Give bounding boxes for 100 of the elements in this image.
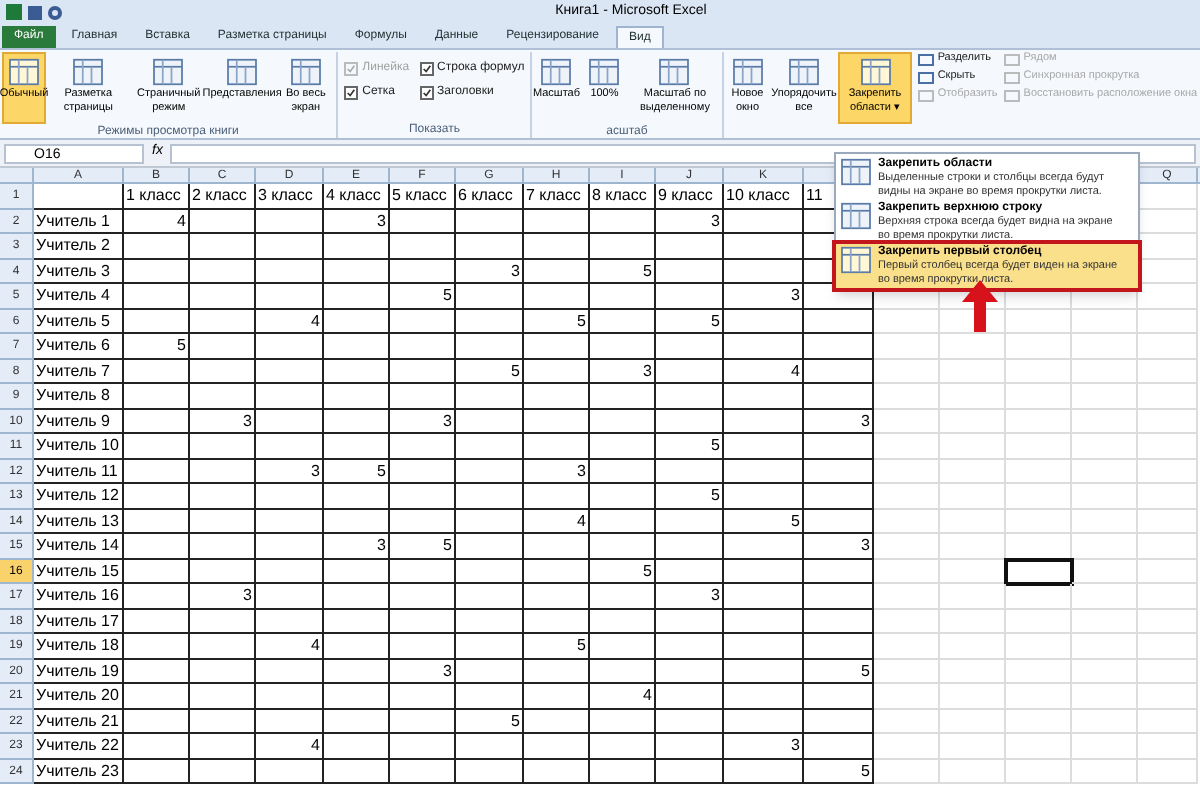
sheet-icon xyxy=(658,58,691,86)
table-cell xyxy=(256,259,324,284)
table-cell xyxy=(1138,559,1198,584)
table-cell xyxy=(724,634,804,659)
table-cell xyxy=(1138,509,1198,534)
table-cell xyxy=(1006,334,1072,359)
table-cell: 10 класс xyxy=(724,184,804,209)
table-cell: 9 класс xyxy=(656,184,724,209)
table-cell xyxy=(1006,759,1072,784)
table-cell xyxy=(874,509,940,534)
table-cell xyxy=(590,334,656,359)
table-cell xyxy=(1072,709,1138,734)
save-icon[interactable] xyxy=(28,5,42,19)
table-cell xyxy=(1072,484,1138,509)
table-cell xyxy=(940,509,1006,534)
table-cell xyxy=(1072,734,1138,759)
table-cell xyxy=(124,309,190,334)
table-cell: 1 класс xyxy=(124,184,190,209)
table-cell: 5 xyxy=(804,759,874,784)
table-cell xyxy=(456,384,524,409)
table-cell xyxy=(124,559,190,584)
table-cell: Учитель 3 xyxy=(34,259,124,284)
table-cell xyxy=(1006,434,1072,459)
checkbox[interactable] xyxy=(344,86,359,100)
table-cell xyxy=(874,709,940,734)
table-cell: 3 xyxy=(324,209,390,234)
table-cell xyxy=(656,734,724,759)
table-cell xyxy=(1072,584,1138,609)
table-cell: 3 xyxy=(656,209,724,234)
checkbox[interactable] xyxy=(419,86,434,100)
table-cell xyxy=(324,259,390,284)
table-cell xyxy=(874,609,940,634)
table-cell xyxy=(590,659,656,684)
table-cell xyxy=(724,559,804,584)
table-cell xyxy=(804,434,874,459)
table-cell xyxy=(656,634,724,659)
table-cell: 5 xyxy=(390,284,456,309)
table-cell xyxy=(590,284,656,309)
table-cell xyxy=(940,709,1006,734)
table-cell xyxy=(190,459,256,484)
table-cell xyxy=(1138,759,1198,784)
table-cell xyxy=(804,609,874,634)
table-cell xyxy=(124,459,190,484)
table-cell: 5 xyxy=(724,509,804,534)
table-cell xyxy=(1006,734,1072,759)
table-cell xyxy=(590,484,656,509)
table-cell xyxy=(124,284,190,309)
table-cell xyxy=(724,659,804,684)
table-cell xyxy=(724,409,804,434)
table-cell: Учитель 8 xyxy=(34,384,124,409)
table-cell: 5 xyxy=(656,434,724,459)
table-cell xyxy=(256,334,324,359)
table-cell xyxy=(390,634,456,659)
sheet-icon xyxy=(226,58,259,86)
table-cell xyxy=(590,459,656,484)
table-cell xyxy=(1138,684,1198,709)
table-cell: 5 xyxy=(390,534,456,559)
table-cell xyxy=(874,409,940,434)
table-cell xyxy=(1138,659,1198,684)
table-cell xyxy=(524,284,590,309)
table-cell xyxy=(190,209,256,234)
table-cell xyxy=(390,334,456,359)
table-cell xyxy=(940,434,1006,459)
table-cell xyxy=(324,559,390,584)
table-cell xyxy=(456,234,524,259)
table-cell xyxy=(256,659,324,684)
table-cell xyxy=(324,384,390,409)
table-cell xyxy=(724,384,804,409)
table-cell xyxy=(124,659,190,684)
table-cell xyxy=(804,484,874,509)
table-cell xyxy=(124,409,190,434)
table-cell xyxy=(1138,484,1198,509)
table-cell xyxy=(34,184,124,209)
table-cell xyxy=(1138,734,1198,759)
table-cell xyxy=(390,684,456,709)
table-cell: 3 xyxy=(656,584,724,609)
table-cell: Учитель 7 xyxy=(34,359,124,384)
table-cell xyxy=(804,709,874,734)
table-cell: 2 класс xyxy=(190,184,256,209)
table-cell xyxy=(390,234,456,259)
table-cell xyxy=(940,409,1006,434)
table-cell xyxy=(456,509,524,534)
checkbox[interactable] xyxy=(419,62,434,76)
table-cell xyxy=(190,284,256,309)
table-cell xyxy=(324,584,390,609)
table-cell xyxy=(124,359,190,384)
table-cell xyxy=(724,259,804,284)
table-cell xyxy=(324,409,390,434)
table-cell: 5 класс xyxy=(390,184,456,209)
table-cell xyxy=(1072,509,1138,534)
table-cell xyxy=(1006,634,1072,659)
table-cell: 4 xyxy=(256,309,324,334)
table-cell xyxy=(656,234,724,259)
table-cell xyxy=(256,484,324,509)
table-cell xyxy=(1006,459,1072,484)
table-cell xyxy=(390,584,456,609)
table-cell xyxy=(656,259,724,284)
table-cell xyxy=(590,634,656,659)
table-cell xyxy=(1138,584,1198,609)
table-cell xyxy=(256,234,324,259)
